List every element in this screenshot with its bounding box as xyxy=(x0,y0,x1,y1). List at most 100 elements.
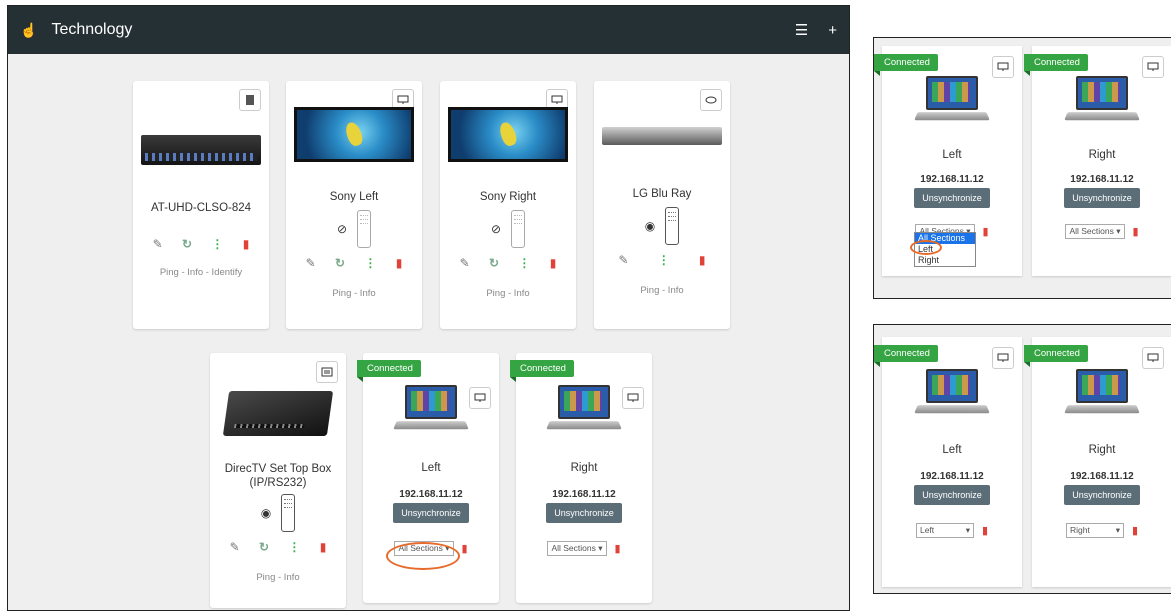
monitor-icon[interactable] xyxy=(469,387,491,409)
device-card: Sony Right ⊘ ✎ ↻ ⋮ ▮ Ping - Info xyxy=(440,81,576,329)
remote-icon[interactable] xyxy=(357,210,372,248)
ip-address: 192.168.11.12 xyxy=(1070,174,1134,185)
computer-name: Right xyxy=(570,462,598,474)
computer-card: Connected Left 192.168.11.12 Unsynchroni… xyxy=(874,337,1022,587)
section-select[interactable]: Right ▾ xyxy=(1065,523,1124,538)
device-controls: ⊘ xyxy=(440,210,576,248)
refresh-icon[interactable]: ↻ xyxy=(489,256,499,270)
unsynchronize-button[interactable]: Unsynchronize xyxy=(1064,188,1140,208)
eye-off-icon[interactable]: ⊘ xyxy=(337,222,347,236)
status-badge: Connected xyxy=(874,345,938,367)
section-select[interactable]: All Sections ▾ xyxy=(547,541,607,556)
delete-icon[interactable]: ▮ xyxy=(320,540,327,554)
section-row: Left ▾ ▮ xyxy=(882,523,1022,538)
delete-icon[interactable]: ▮ xyxy=(396,256,403,270)
unsynchronize-button[interactable]: Unsynchronize xyxy=(546,503,622,523)
device-image xyxy=(448,107,568,162)
ip-address: 192.168.11.12 xyxy=(920,174,984,185)
status-badge: Connected xyxy=(874,54,938,76)
refresh-icon[interactable]: ↻ xyxy=(182,237,192,251)
device-links[interactable]: Ping - Info xyxy=(594,285,730,296)
section-row: All Sections ▾ ▮ xyxy=(516,541,652,556)
delete-icon[interactable]: ▮ xyxy=(1132,524,1138,537)
refresh-icon[interactable]: ↻ xyxy=(335,256,345,270)
disc-icon[interactable] xyxy=(700,89,722,111)
unsynchronize-button[interactable]: Unsynchronize xyxy=(1064,485,1140,505)
message-icon[interactable] xyxy=(316,361,338,383)
network-icon[interactable]: ⋮ xyxy=(658,253,670,267)
delete-icon[interactable]: ▮ xyxy=(982,524,988,537)
delete-icon[interactable]: ▮ xyxy=(462,542,468,555)
device-actions: ✎ ↻ ⋮ ▮ xyxy=(210,540,346,554)
status-badge: Connected xyxy=(510,360,574,382)
refresh-icon[interactable]: ↻ xyxy=(259,540,269,554)
status-badge: Connected xyxy=(1024,54,1088,76)
device-controls: ⊘ xyxy=(286,210,422,248)
device-actions: ✎ ↻ ⋮ ▮ xyxy=(440,256,576,270)
unsynchronize-button[interactable]: Unsynchronize xyxy=(393,503,469,523)
computer-image xyxy=(914,367,990,419)
computer-image xyxy=(914,74,990,126)
device-name: LG Blu Ray xyxy=(632,188,692,200)
edit-icon[interactable]: ✎ xyxy=(619,253,629,267)
device-actions: ✎ ⋮ ▮ xyxy=(594,253,730,267)
section-select-value: Right xyxy=(1069,525,1090,535)
unsynchronize-button[interactable]: Unsynchronize xyxy=(914,188,990,208)
device-controls: ◉ xyxy=(594,207,730,245)
section-select[interactable]: Left ▾ xyxy=(915,523,974,538)
delete-icon[interactable]: ▮ xyxy=(983,225,989,238)
sliders-icon[interactable]: ☰ xyxy=(795,21,808,39)
device-card: LG Blu Ray ◉ ✎ ⋮ ▮ Ping - Info xyxy=(594,81,730,329)
section-row: Right ▾ ▮ xyxy=(1032,523,1171,538)
remote-icon[interactable] xyxy=(665,207,680,245)
edit-icon[interactable]: ✎ xyxy=(230,540,240,554)
device-image xyxy=(222,391,334,436)
device-links[interactable]: Ping - Info xyxy=(210,572,346,583)
eye-off-icon[interactable]: ⊘ xyxy=(491,222,501,236)
touch-icon: ☝ xyxy=(20,21,38,38)
add-button[interactable]: + xyxy=(828,22,837,39)
edit-icon[interactable]: ✎ xyxy=(153,237,163,251)
computer-card: Connected Right 192.168.11.12 Unsynchron… xyxy=(1024,46,1171,276)
monitor-icon[interactable] xyxy=(1142,347,1164,369)
device-actions: ✎ ↻ ⋮ ▮ xyxy=(133,237,269,251)
device-image xyxy=(602,127,722,145)
device-name: AT-UHD-CLSO-824 xyxy=(150,202,252,214)
device-actions: ✎ ↻ ⋮ ▮ xyxy=(286,256,422,270)
monitor-icon[interactable] xyxy=(1142,56,1164,78)
network-icon[interactable]: ⋮ xyxy=(364,256,376,270)
delete-icon[interactable]: ▮ xyxy=(1133,225,1139,238)
monitor-icon[interactable] xyxy=(992,347,1014,369)
device-card: DirecTV Set Top Box (IP/RS232) ◉ ✎ ↻ ⋮ ▮… xyxy=(210,353,346,608)
network-icon[interactable]: ⋮ xyxy=(518,256,530,270)
edit-icon[interactable]: ✎ xyxy=(460,256,470,270)
remote-icon[interactable] xyxy=(511,210,526,248)
ip-address: 192.168.11.12 xyxy=(399,489,463,500)
eye-icon[interactable]: ◉ xyxy=(261,506,271,520)
delete-icon[interactable]: ▮ xyxy=(243,237,250,251)
technology-panel: ☝ Technology ☰ + AT-UHD-CLSO-824 ✎ ↻ ⋮ ▮… xyxy=(7,5,850,611)
unsynchronize-button[interactable]: Unsynchronize xyxy=(914,485,990,505)
network-icon[interactable]: ⋮ xyxy=(288,540,300,554)
dropdown-option[interactable]: Right xyxy=(915,255,975,266)
hdmi-icon[interactable] xyxy=(239,89,261,111)
computer-card: Connected Left 192.168.11.12 Unsynchroni… xyxy=(874,46,1022,276)
device-links[interactable]: Ping - Info - Identify xyxy=(133,267,269,278)
monitor-icon[interactable] xyxy=(992,56,1014,78)
device-card: Sony Left ⊘ ✎ ↻ ⋮ ▮ Ping - Info xyxy=(286,81,422,329)
eye-icon[interactable]: ◉ xyxy=(645,219,655,233)
monitor-icon[interactable] xyxy=(622,387,644,409)
section-select[interactable]: All Sections ▾ xyxy=(1065,224,1125,239)
device-links[interactable]: Ping - Info xyxy=(440,288,576,299)
computer-image xyxy=(1064,74,1140,126)
device-links[interactable]: Ping - Info xyxy=(286,288,422,299)
edit-icon[interactable]: ✎ xyxy=(306,256,316,270)
ip-address: 192.168.11.12 xyxy=(920,471,984,482)
delete-icon[interactable]: ▮ xyxy=(699,253,706,267)
computer-name: Right xyxy=(1088,149,1116,161)
network-icon[interactable]: ⋮ xyxy=(211,237,223,251)
delete-icon[interactable]: ▮ xyxy=(615,542,621,555)
delete-icon[interactable]: ▮ xyxy=(550,256,557,270)
remote-icon[interactable] xyxy=(281,494,296,532)
page-title: Technology xyxy=(51,21,133,38)
